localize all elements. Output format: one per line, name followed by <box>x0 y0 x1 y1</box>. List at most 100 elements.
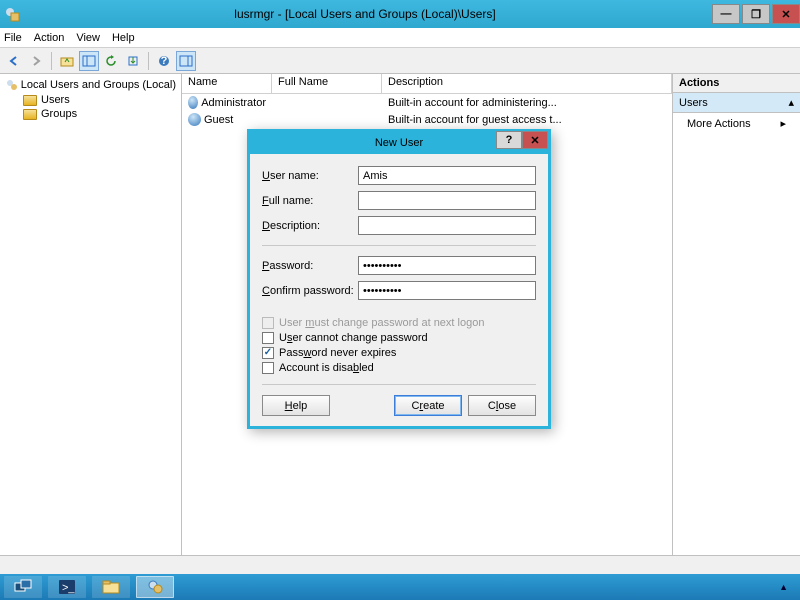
maximize-button[interactable]: ❐ <box>742 4 770 24</box>
statusbar <box>0 555 800 574</box>
refresh-icon <box>105 55 117 67</box>
minimize-button[interactable]: — <box>712 4 740 24</box>
col-fullname[interactable]: Full Name <box>272 74 382 93</box>
confirm-password-input[interactable] <box>358 281 536 300</box>
caret-up-icon: ▴ <box>788 96 794 109</box>
tree-users-label: Users <box>41 94 70 106</box>
arrow-left-icon <box>8 55 20 67</box>
lusrmgr-icon <box>146 579 164 595</box>
cannot-change-row[interactable]: User cannot change password <box>262 332 536 344</box>
close-button[interactable]: ✕ <box>772 4 800 24</box>
password-label: Password: <box>262 260 358 272</box>
back-button[interactable] <box>4 51 24 71</box>
cell-desc: Built-in account for guest access t... <box>382 114 672 126</box>
explorer-icon <box>102 579 120 595</box>
pane-icon <box>82 55 96 67</box>
separator <box>262 245 536 246</box>
actions-section-users[interactable]: Users ▴ <box>673 93 800 113</box>
tree-groups[interactable]: Groups <box>21 107 178 121</box>
never-expires-row[interactable]: Password never expires <box>262 347 536 359</box>
confirm-password-label: Confirm password: <box>262 285 358 297</box>
description-input[interactable] <box>358 216 536 235</box>
taskbar-tray-arrow[interactable]: ▲ <box>779 582 796 592</box>
cell-desc: Built-in account for administering... <box>382 97 672 109</box>
dialog-titlebar[interactable]: New User ? ✕ <box>250 132 548 154</box>
menu-help[interactable]: Help <box>112 32 135 44</box>
taskbar: >_ ▲ <box>0 574 800 600</box>
folder-icon <box>23 95 37 106</box>
new-user-dialog: New User ? ✕ User name: Full name: Descr… <box>247 129 551 429</box>
cannot-change-label: User cannot change password <box>279 332 428 344</box>
dialog-help-button[interactable]: ? <box>496 131 522 149</box>
tree-root-label: Local Users and Groups (Local) <box>21 79 176 91</box>
col-description[interactable]: Description <box>382 74 672 93</box>
tb-export-button[interactable] <box>123 51 143 71</box>
separator <box>262 384 536 385</box>
dialog-close-button[interactable]: ✕ <box>522 131 548 149</box>
content-pane: Name Full Name Description Administrator… <box>182 74 672 555</box>
task-explorer[interactable] <box>92 576 130 598</box>
export-icon <box>127 55 139 67</box>
close-dialog-button[interactable]: Close <box>468 395 536 416</box>
powershell-icon: >_ <box>58 579 76 595</box>
must-change-label: User must change password at next logon <box>279 317 484 329</box>
user-icon <box>188 96 198 109</box>
cell-name: Guest <box>204 114 233 126</box>
must-change-checkbox <box>262 317 274 329</box>
arrow-right-icon <box>30 55 42 67</box>
toolbar: ? <box>0 48 800 74</box>
forward-button[interactable] <box>26 51 46 71</box>
cell-name: Administrator <box>201 97 266 109</box>
menubar: File Action View Help <box>0 28 800 48</box>
toolbar-separator <box>51 52 52 70</box>
menu-action[interactable]: Action <box>34 32 65 44</box>
task-powershell[interactable]: >_ <box>48 576 86 598</box>
list-row[interactable]: Guest Built-in account for guest access … <box>182 111 672 128</box>
username-input[interactable] <box>358 166 536 185</box>
dialog-title: New User <box>375 137 423 149</box>
task-server-manager[interactable] <box>4 576 42 598</box>
actions-more-label: More Actions <box>687 118 751 130</box>
tb-pane-button[interactable] <box>79 51 99 71</box>
never-expires-label: Password never expires <box>279 347 396 359</box>
tb-refresh-button[interactable] <box>101 51 121 71</box>
list-header: Name Full Name Description <box>182 74 672 94</box>
task-lusrmgr[interactable] <box>136 576 174 598</box>
tree-users[interactable]: Users <box>21 93 178 107</box>
app-icon <box>4 6 20 22</box>
actions-section-label: Users <box>679 97 708 109</box>
tree-pane: Local Users and Groups (Local) Users Gro… <box>0 74 182 555</box>
toolbar-separator <box>148 52 149 70</box>
server-manager-icon <box>14 579 32 595</box>
menu-view[interactable]: View <box>76 32 100 44</box>
fullname-label: Full name: <box>262 195 358 207</box>
titlebar-icon <box>4 6 20 22</box>
tree-groups-label: Groups <box>41 108 77 120</box>
menu-file[interactable]: File <box>4 32 22 44</box>
tb-folder-button[interactable] <box>57 51 77 71</box>
account-disabled-label: Account is disabled <box>279 362 374 374</box>
fullname-input[interactable] <box>358 191 536 210</box>
tree-root[interactable]: Local Users and Groups (Local) <box>3 77 178 93</box>
tb-help-button[interactable]: ? <box>154 51 174 71</box>
actions-more[interactable]: More Actions ▸ <box>673 113 800 134</box>
tb-details-button[interactable] <box>176 51 196 71</box>
details-pane-icon <box>179 55 193 67</box>
svg-text:?: ? <box>161 55 168 67</box>
list-row[interactable]: Administrator Built-in account for admin… <box>182 94 672 111</box>
account-disabled-row[interactable]: Account is disabled <box>262 362 536 374</box>
folder-icon <box>23 109 37 120</box>
svg-text:>_: >_ <box>62 582 75 594</box>
col-name[interactable]: Name <box>182 74 272 93</box>
folder-up-icon <box>60 55 74 67</box>
create-button[interactable]: Create <box>394 395 462 416</box>
help-button[interactable]: Help <box>262 395 330 416</box>
chevron-right-icon: ▸ <box>780 117 786 130</box>
account-disabled-checkbox[interactable] <box>262 362 274 374</box>
password-input[interactable] <box>358 256 536 275</box>
description-label: Description: <box>262 220 358 232</box>
never-expires-checkbox[interactable] <box>262 347 274 359</box>
cannot-change-checkbox[interactable] <box>262 332 274 344</box>
window-titlebar: lusrmgr - [Local Users and Groups (Local… <box>0 0 800 28</box>
user-icon <box>188 113 201 126</box>
